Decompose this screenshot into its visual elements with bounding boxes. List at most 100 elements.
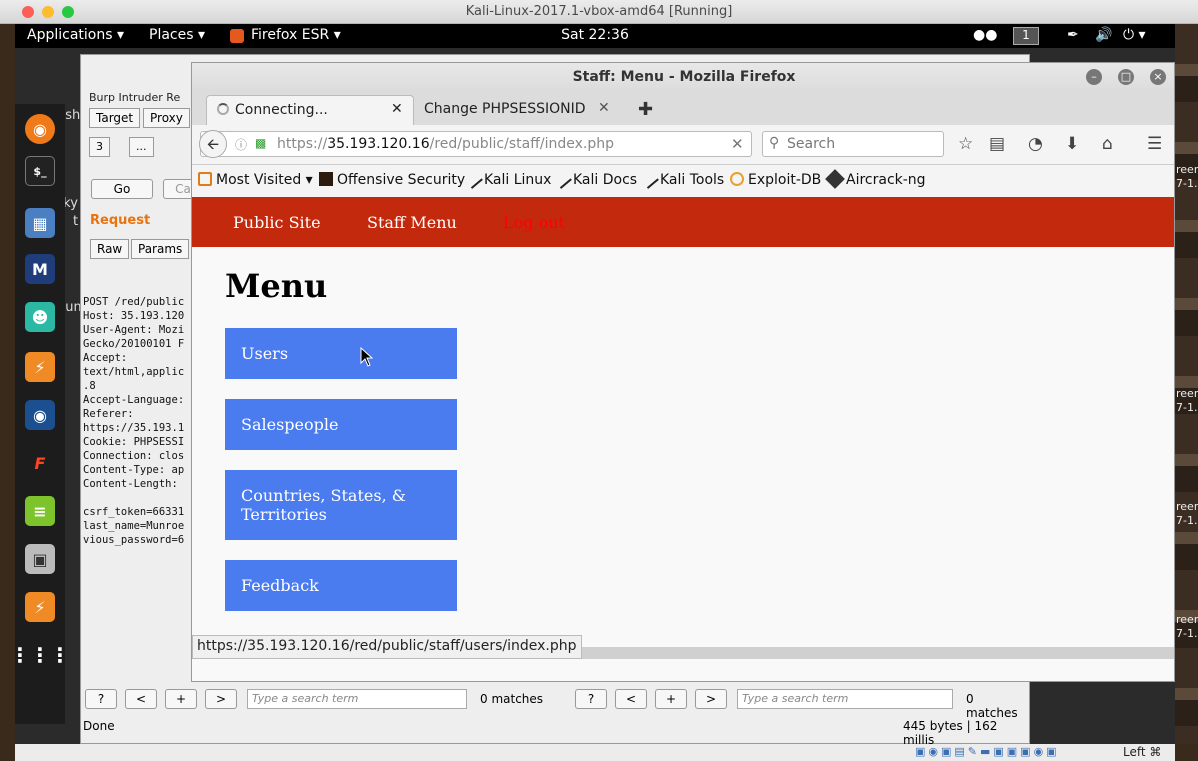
prev-match-button[interactable]: < xyxy=(615,689,647,709)
menu-feedback-button[interactable]: Feedback xyxy=(225,560,457,611)
tab-raw[interactable]: Raw xyxy=(90,239,130,259)
page-title: Menu xyxy=(225,267,328,305)
thumb-label: reen xyxy=(1176,387,1198,400)
next-match-button[interactable]: > xyxy=(695,689,727,709)
bookmark-kali-linux[interactable]: Kali Linux xyxy=(463,169,551,189)
search-placeholder: Search xyxy=(787,136,836,152)
firefox-title-bar: Staff: Menu - Mozilla Firefox – □ × xyxy=(192,63,1174,91)
bookmark-label: Aircrack-ng xyxy=(846,172,926,188)
clock[interactable]: Sat 22:36 xyxy=(15,27,1175,43)
tab-target[interactable]: Target xyxy=(89,108,141,128)
bookmark-kali-docs[interactable]: Kali Docs xyxy=(552,169,638,189)
gnome-top-bar: Applications ▾ Places ▾ Firefox ESR ▾ Sa… xyxy=(15,24,1175,48)
burp-status-right: 445 bytes | 162 millis xyxy=(903,719,998,744)
bookmark-kali-tools[interactable]: Kali Tools xyxy=(639,169,724,189)
tab-params[interactable]: Params xyxy=(131,239,190,259)
desktop-label: t xyxy=(73,214,79,229)
recorder-icon[interactable]: ▣ xyxy=(25,544,55,574)
leafpad-icon[interactable]: ≡ xyxy=(25,496,55,526)
search-bar[interactable]: ⚲ Search xyxy=(762,131,944,157)
burp-icon[interactable]: ⚡ xyxy=(25,592,55,622)
terminal-icon[interactable]: $_ xyxy=(25,156,55,186)
menu-countries-button[interactable]: Countries, States, & Territories xyxy=(225,470,457,540)
lock-icon[interactable]: ▩ xyxy=(255,136,266,150)
hamburger-menu-icon[interactable]: ☰ xyxy=(1147,134,1162,154)
thumb-label: reen xyxy=(1176,613,1198,626)
exploit-db-icon xyxy=(730,172,744,186)
firefox-window-title: Staff: Menu - Mozilla Firefox xyxy=(572,69,796,85)
tab-label: Change PHPSESSIONID xyxy=(424,101,586,117)
maximize-icon[interactable]: □ xyxy=(1118,69,1134,85)
site-nav: Public Site Staff Menu Log out xyxy=(192,197,1174,247)
tab-strip: Connecting... ✕ Change PHPSESSIONID ✕ ✚ xyxy=(192,91,1174,125)
prev-match-button[interactable]: < xyxy=(125,689,157,709)
show-apps-icon[interactable]: ⋮⋮⋮ xyxy=(15,640,70,670)
beef-icon[interactable]: ◉ xyxy=(25,400,55,430)
offsec-icon xyxy=(319,172,333,186)
tab-connecting[interactable]: Connecting... ✕ xyxy=(206,95,414,125)
new-tab-icon[interactable]: ✚ xyxy=(638,99,653,120)
firefox-window: Staff: Menu - Mozilla Firefox – □ × Conn… xyxy=(191,62,1175,682)
repeater-tab-3[interactable]: 3 xyxy=(89,137,110,157)
help-button[interactable]: ? xyxy=(85,689,117,709)
people-icon[interactable]: ●● xyxy=(973,27,997,43)
mouse-cursor-icon xyxy=(360,347,374,367)
menu-salespeople-button[interactable]: Salespeople xyxy=(225,399,457,450)
nav-public-site[interactable]: Public Site xyxy=(233,213,321,232)
tab-proxy[interactable]: Proxy xyxy=(143,108,190,128)
tab-change-phpsessionid[interactable]: Change PHPSESSIONID ✕ xyxy=(414,95,624,125)
firefox-icon[interactable]: ◉ xyxy=(25,114,55,144)
repeater-tab-more[interactable]: ... xyxy=(129,137,154,157)
tab-close-icon[interactable]: ✕ xyxy=(598,100,610,116)
thumb-label: 7-1. xyxy=(1176,177,1198,190)
response-search-input[interactable]: Type a search term xyxy=(737,689,953,709)
loading-spinner-icon xyxy=(217,103,229,115)
request-search-input[interactable]: Type a search term xyxy=(247,689,467,709)
pocket-icon[interactable]: ◔ xyxy=(1028,134,1043,154)
home-icon[interactable]: ⌂ xyxy=(1102,134,1113,154)
menu-item-label: Countries, States, & Territories xyxy=(241,486,406,524)
burp-icon[interactable]: ⚡ xyxy=(25,352,55,382)
volume-icon[interactable]: 🔊 xyxy=(1095,27,1112,43)
thumb-label: 7-1. xyxy=(1176,401,1198,414)
bookmark-label: Kali Docs xyxy=(573,172,638,188)
help-button[interactable]: ? xyxy=(575,689,607,709)
kali-icon xyxy=(639,169,659,189)
next-match-button[interactable]: > xyxy=(205,689,237,709)
bookmark-most-visited[interactable]: Most Visited ▾ xyxy=(198,172,313,188)
vbox-device-icons[interactable]: ▣◉▣▤✎▬▣▣▣◉▣ xyxy=(915,745,1060,758)
bookmark-aircrack-ng[interactable]: Aircrack-ng xyxy=(825,169,926,189)
download-icon[interactable]: ⬇ xyxy=(1065,134,1079,154)
burp-menu-bar[interactable]: Burp Intruder Re xyxy=(89,91,180,104)
go-button[interactable]: Go xyxy=(91,179,153,199)
web-content: Public Site Staff Menu Log out Menu User… xyxy=(192,197,1174,647)
link-status-bar: https://35.193.120.16/red/public/staff/u… xyxy=(192,635,582,659)
pen-icon[interactable]: ✒ xyxy=(1067,27,1079,43)
add-button[interactable]: + xyxy=(655,689,687,709)
info-icon[interactable]: ⓘ xyxy=(235,136,247,153)
thumb-label: 7-1. xyxy=(1176,627,1198,640)
minimize-icon[interactable]: – xyxy=(1086,69,1102,85)
armitage-icon[interactable]: ☻ xyxy=(25,302,55,332)
bookmark-offensive-security[interactable]: Offensive Security xyxy=(319,172,465,188)
reading-list-icon[interactable]: ▤ xyxy=(989,134,1005,154)
nav-staff-menu[interactable]: Staff Menu xyxy=(367,213,457,232)
faraday-icon[interactable]: F xyxy=(25,448,55,478)
request-editor[interactable]: POST /red/public Host: 35.193.120 User-A… xyxy=(81,295,191,675)
bookmark-star-icon[interactable]: ☆ xyxy=(958,134,973,154)
metasploit-icon[interactable]: M xyxy=(25,254,55,284)
add-button[interactable]: + xyxy=(165,689,197,709)
close-icon[interactable]: × xyxy=(1150,69,1166,85)
bookmark-exploit-db[interactable]: Exploit-DB xyxy=(730,172,821,188)
tab-close-icon[interactable]: ✕ xyxy=(391,101,403,117)
url-path: /red/public/staff/index.php xyxy=(429,136,614,152)
files-icon[interactable]: ▦ xyxy=(25,208,55,238)
url-bar[interactable]: 🡨 ⓘ ▩ https://35.193.120.16/red/public/s… xyxy=(199,130,752,158)
nav-logout[interactable]: Log out xyxy=(503,213,565,232)
bookmark-label: Offensive Security xyxy=(337,172,466,188)
power-icon[interactable]: ⏻ ▾ xyxy=(1123,27,1146,43)
workspace-indicator[interactable]: 1 xyxy=(1013,27,1039,45)
menu-users-button[interactable]: Users xyxy=(225,328,457,379)
back-icon[interactable]: 🡨 xyxy=(199,130,227,158)
stop-icon[interactable]: ✕ xyxy=(731,135,744,153)
